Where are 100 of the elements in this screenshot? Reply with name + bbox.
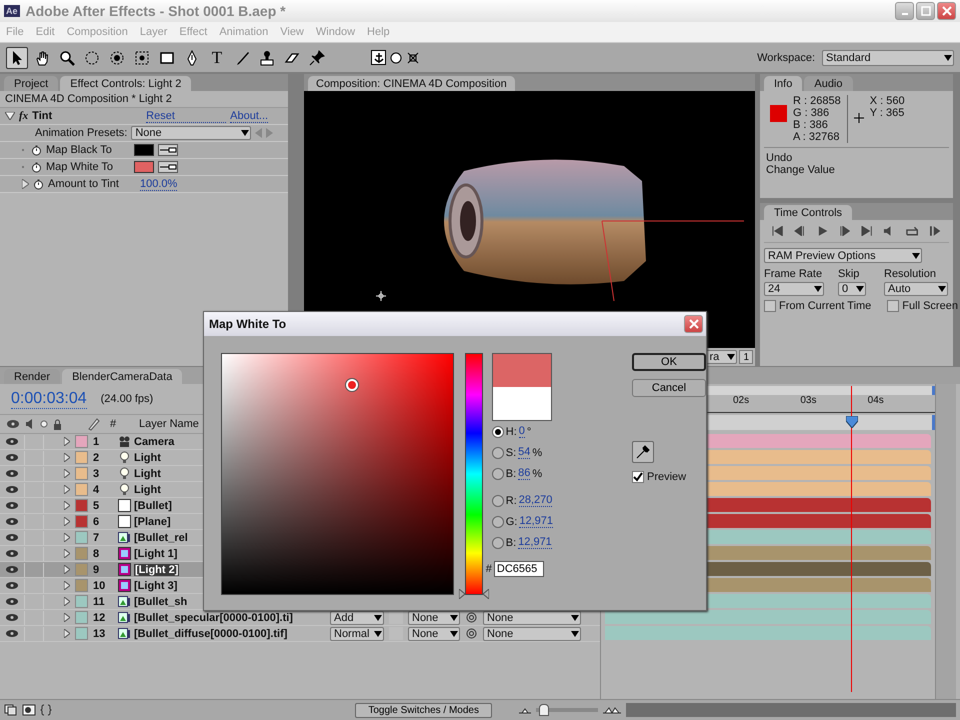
eye-icon[interactable]: [5, 549, 19, 558]
toggle-switches-modes-button[interactable]: Toggle Switches / Modes: [355, 702, 492, 718]
collapse-triangle-icon[interactable]: [5, 112, 15, 120]
panel-tab[interactable]: Project: [4, 76, 58, 91]
panel-tab[interactable]: Effect Controls: Light 2: [60, 76, 192, 91]
expand-triangle-icon[interactable]: [22, 179, 29, 189]
layer-duration-bar[interactable]: [605, 610, 931, 624]
value-dropdown[interactable]: Auto: [884, 282, 948, 296]
radio-button[interactable]: [492, 536, 504, 548]
panel-tab[interactable]: Time Controls: [764, 205, 852, 220]
presets-dropdown[interactable]: None: [131, 126, 252, 140]
radio-button[interactable]: [492, 468, 504, 480]
label-color-swatch[interactable]: [75, 611, 88, 624]
brackets-icon[interactable]: [40, 704, 52, 716]
blend-mode-dropdown[interactable]: Normal: [330, 626, 384, 640]
checkbox[interactable]: [764, 300, 776, 312]
text-tool[interactable]: T: [206, 46, 228, 68]
current-time[interactable]: 0:00:03:04: [11, 390, 87, 408]
label-color-swatch[interactable]: [75, 547, 88, 560]
channel-value[interactable]: 12,971: [519, 515, 554, 528]
parent-dropdown[interactable]: None: [483, 626, 581, 640]
label-color-swatch[interactable]: [75, 563, 88, 576]
about-link[interactable]: About...: [230, 110, 268, 122]
previous-frame-icon[interactable]: [794, 226, 806, 236]
eye-icon[interactable]: [5, 629, 19, 638]
horizontal-scrollbar[interactable]: [626, 703, 956, 717]
eyedropper-button[interactable]: [632, 441, 654, 463]
label-color-swatch[interactable]: [75, 515, 88, 528]
reset-link[interactable]: Reset: [146, 110, 226, 122]
checkbox[interactable]: [887, 300, 900, 312]
panel-tab[interactable]: Render: [4, 369, 60, 384]
eye-icon[interactable]: [5, 533, 19, 542]
dialog-button[interactable]: OK: [632, 353, 706, 371]
label-color-swatch[interactable]: [75, 435, 88, 448]
hex-input[interactable]: DC6565: [494, 561, 544, 577]
channel-value[interactable]: 28,270: [518, 494, 552, 507]
close-button[interactable]: [937, 2, 956, 20]
preserve-transparency-cell[interactable]: [389, 611, 403, 624]
parameter-value[interactable]: 100.0%: [140, 178, 178, 190]
eye-icon[interactable]: [5, 453, 19, 462]
eye-icon[interactable]: [5, 437, 19, 446]
first-frame-icon[interactable]: [772, 226, 784, 236]
label-color-swatch[interactable]: [75, 595, 88, 608]
motion-blur-icon[interactable]: [22, 704, 36, 716]
track-matte-dropdown[interactable]: None: [408, 610, 460, 624]
playhead-handle-icon[interactable]: [846, 416, 858, 428]
label-color-swatch[interactable]: [75, 467, 88, 480]
slider-thumb[interactable]: [538, 704, 549, 716]
stopwatch-icon[interactable]: [31, 162, 42, 172]
blend-mode-dropdown[interactable]: Add: [330, 610, 384, 624]
eye-icon[interactable]: [5, 565, 19, 574]
panel-tab[interactable]: BlenderCameraData: [62, 369, 182, 384]
eye-icon[interactable]: [5, 469, 19, 478]
eye-icon[interactable]: [5, 581, 19, 590]
view-axis-button[interactable]: [405, 50, 420, 65]
channel-value[interactable]: 54: [518, 446, 530, 459]
last-frame-icon[interactable]: [861, 226, 872, 236]
radio-button[interactable]: [492, 494, 504, 506]
local-axis-button[interactable]: [371, 50, 386, 65]
zoom-in-icon[interactable]: [602, 706, 622, 714]
track-matte-dropdown[interactable]: None: [408, 626, 460, 640]
pick-whip-icon[interactable]: [466, 628, 477, 639]
radio-button[interactable]: [492, 426, 504, 438]
eye-icon[interactable]: [5, 501, 19, 510]
color-swatch[interactable]: [134, 144, 154, 156]
channel-value[interactable]: 86: [518, 467, 530, 480]
eye-icon[interactable]: [5, 517, 19, 526]
composition-flowchart-icon[interactable]: [4, 704, 18, 716]
ram-preview-dropdown[interactable]: RAM Preview Options: [764, 248, 922, 263]
eye-icon[interactable]: [5, 597, 19, 606]
label-color-swatch[interactable]: [75, 451, 88, 464]
stopwatch-icon[interactable]: [31, 144, 42, 156]
panel-tab[interactable]: Info: [764, 76, 802, 91]
dialog-button[interactable]: Cancel: [632, 379, 706, 397]
label-color-swatch[interactable]: [75, 483, 88, 496]
panel-tab[interactable]: Audio: [804, 76, 852, 91]
checkbox[interactable]: [632, 471, 644, 483]
maximize-button[interactable]: [916, 2, 935, 20]
world-axis-button[interactable]: [388, 50, 403, 65]
zoom-out-icon[interactable]: [518, 706, 532, 714]
color-swatch[interactable]: [134, 161, 154, 173]
channel-value[interactable]: 0: [518, 425, 525, 438]
panel-tab[interactable]: Composition: CINEMA 4D Composition: [308, 76, 515, 91]
label-color-swatch[interactable]: [75, 627, 88, 640]
pick-whip-icon[interactable]: [466, 612, 477, 623]
label-color-swatch[interactable]: [75, 579, 88, 592]
eyedropper-button[interactable]: [158, 161, 178, 173]
radio-button[interactable]: [492, 516, 504, 528]
ram-preview-icon[interactable]: [930, 226, 941, 236]
saturation-brightness-field[interactable]: [221, 353, 454, 595]
loop-icon[interactable]: [906, 226, 919, 236]
channel-value[interactable]: 12,971: [518, 536, 552, 549]
eye-icon[interactable]: [5, 485, 19, 494]
hue-spectrum[interactable]: [465, 353, 484, 595]
layer-row[interactable]: 13 [Bullet_diffuse[0000-0100].tif] Normal None None: [0, 626, 600, 642]
play-icon[interactable]: [816, 226, 828, 236]
workspace-dropdown[interactable]: Standard: [822, 50, 954, 66]
eyedropper-button[interactable]: [158, 144, 178, 156]
radio-button[interactable]: [492, 446, 504, 458]
next-frame-icon[interactable]: [838, 226, 850, 236]
